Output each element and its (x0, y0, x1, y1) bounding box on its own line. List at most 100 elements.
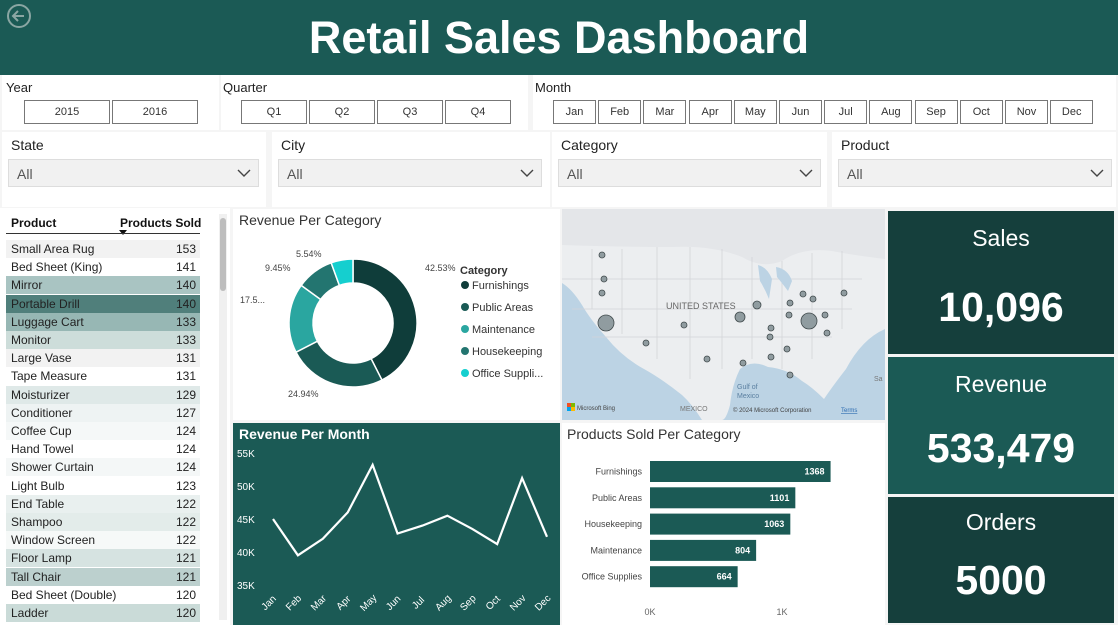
chevron-down-icon (799, 169, 813, 177)
month-button-aug[interactable]: Aug (869, 100, 913, 124)
map-bubble[interactable] (766, 333, 774, 341)
bar-value-label: 664 (717, 572, 732, 582)
city-dropdown[interactable]: All (278, 159, 542, 187)
bar-value-label: 1368 (805, 467, 825, 477)
map-bubble[interactable] (799, 290, 807, 298)
kpi-orders-card: Orders 5000 (888, 497, 1114, 623)
map-bubble[interactable] (739, 359, 747, 367)
map-bubble[interactable] (598, 251, 606, 259)
map-bubble[interactable] (800, 312, 818, 330)
product-dropdown[interactable]: All (838, 159, 1112, 187)
quarter-button-q4[interactable]: Q4 (445, 100, 511, 124)
month-button-jan[interactable]: Jan (553, 100, 596, 124)
table-row[interactable]: Conditioner 127 (6, 403, 200, 422)
table-row[interactable]: Coffee Cup 124 (6, 422, 200, 440)
donut-chart: 42.53% 24.94% 17.5... 9.45% 5.54% Category Fur… (240, 249, 543, 399)
map-bubble[interactable] (597, 314, 615, 332)
table-row[interactable]: Large Vase 131 (6, 349, 200, 368)
column-header-product[interactable]: Product (11, 216, 56, 230)
table-row[interactable]: Window Screen 122 (6, 531, 200, 550)
legend-item[interactable]: Office Suppli... (472, 368, 543, 380)
product-name: Shampoo (11, 515, 63, 529)
year-button-2015[interactable]: 2015 (24, 100, 110, 124)
table-row[interactable]: Luggage Cart 133 (6, 312, 200, 331)
y-tick-label: 40K (237, 548, 255, 559)
map-bubble[interactable] (703, 355, 711, 363)
map-bubble[interactable] (783, 345, 791, 353)
table-row[interactable]: Small Area Rug 153 (6, 240, 200, 258)
month-button-may[interactable]: May (733, 100, 777, 124)
month-button-dec[interactable]: Dec (1050, 100, 1094, 124)
legend-item[interactable]: Furnishings (472, 280, 529, 292)
table-row[interactable]: Moisturizer 129 (6, 385, 200, 404)
table-row[interactable]: Mirror 140 (6, 276, 200, 295)
map-copyright: © 2024 Microsoft Corporation (733, 407, 811, 414)
bar-0[interactable] (650, 461, 831, 482)
category-label: Furnishings (595, 467, 642, 477)
legend-item[interactable]: Maintenance (472, 324, 535, 336)
year-button-2016[interactable]: 2016 (112, 100, 198, 124)
map-terms-link[interactable]: Terms (841, 408, 857, 414)
month-button-nov[interactable]: Nov (1005, 100, 1048, 124)
column-header-products-sold[interactable]: Products Sold (120, 216, 201, 230)
table-row[interactable]: Shampoo 122 (6, 513, 200, 531)
month-button-sep[interactable]: Sep (914, 100, 958, 124)
map-bubble[interactable] (785, 311, 793, 319)
products-sold-value: 131 (175, 351, 196, 366)
table-row[interactable]: Tall Chair 121 (6, 567, 200, 586)
map-bubble[interactable] (809, 295, 817, 303)
table-row[interactable]: Bed Sheet (Double) 120 (6, 585, 200, 604)
quarter-button-q3[interactable]: Q3 (377, 100, 443, 124)
table-row[interactable]: Ladder 120 (6, 604, 200, 622)
category-dropdown[interactable]: All (558, 159, 821, 187)
map-bubble[interactable] (786, 299, 794, 307)
map-bubble[interactable] (786, 371, 794, 379)
products-sold-value: 123 (175, 478, 196, 493)
table-scrollbar[interactable] (219, 214, 227, 620)
table-row[interactable]: Bed Sheet (King) 141 (6, 258, 200, 277)
x-tick-label: Sep (458, 593, 479, 614)
products-sold-value: 153 (175, 242, 196, 256)
table-row[interactable]: Light Bulb 123 (6, 476, 200, 495)
map-bubble[interactable] (600, 275, 608, 283)
us-map[interactable]: UNITED STATES Gulf of Mexico MEXICO Sa M… (562, 209, 885, 420)
table-row[interactable]: Monitor 133 (6, 331, 200, 349)
map-bubble[interactable] (823, 329, 831, 337)
table-row[interactable]: Portable Drill 140 (6, 294, 200, 313)
scrollbar-thumb[interactable] (220, 218, 226, 291)
bar-value-label: 1101 (770, 493, 790, 503)
map-bubble[interactable] (767, 353, 775, 361)
quarter-button-q1[interactable]: Q1 (241, 100, 307, 124)
legend-marker (461, 281, 469, 289)
donut-slice-1[interactable] (295, 340, 383, 388)
products-sold-value: 131 (175, 369, 196, 384)
products-sold-value: 121 (175, 569, 196, 584)
month-button-apr[interactable]: Apr (688, 100, 732, 124)
month-button-oct[interactable]: Oct (959, 100, 1003, 124)
month-button-feb[interactable]: Feb (598, 100, 642, 124)
map-bubble[interactable] (734, 311, 746, 323)
quarter-button-q2[interactable]: Q2 (309, 100, 375, 124)
map-bubble[interactable] (642, 339, 650, 347)
month-button-jul[interactable]: Jul (824, 100, 868, 124)
map-bubble[interactable] (598, 289, 606, 297)
table-row[interactable]: Floor Lamp 121 (6, 549, 200, 568)
month-button-mar[interactable]: Mar (643, 100, 687, 124)
map-bubble[interactable] (840, 289, 848, 297)
table-row[interactable]: Shower Curtain 124 (6, 458, 200, 477)
table-row[interactable]: End Table 122 (6, 494, 200, 513)
month-button-jun[interactable]: Jun (779, 100, 822, 124)
legend-item[interactable]: Public Areas (472, 302, 534, 314)
product-name: Conditioner (11, 405, 73, 420)
table-row[interactable]: Hand Towel 124 (6, 440, 200, 459)
map-bubble[interactable] (752, 300, 762, 310)
products-sold-value: 140 (175, 278, 196, 293)
product-name: End Table (11, 496, 65, 511)
table-row[interactable]: Tape Measure 131 (6, 367, 200, 386)
state-dropdown[interactable]: All (8, 159, 259, 187)
map-bubble[interactable] (767, 324, 775, 332)
legend-item[interactable]: Housekeeping (472, 346, 542, 358)
map-bubble[interactable] (680, 321, 688, 329)
legend-marker (461, 369, 469, 377)
map-bubble[interactable] (821, 311, 829, 319)
